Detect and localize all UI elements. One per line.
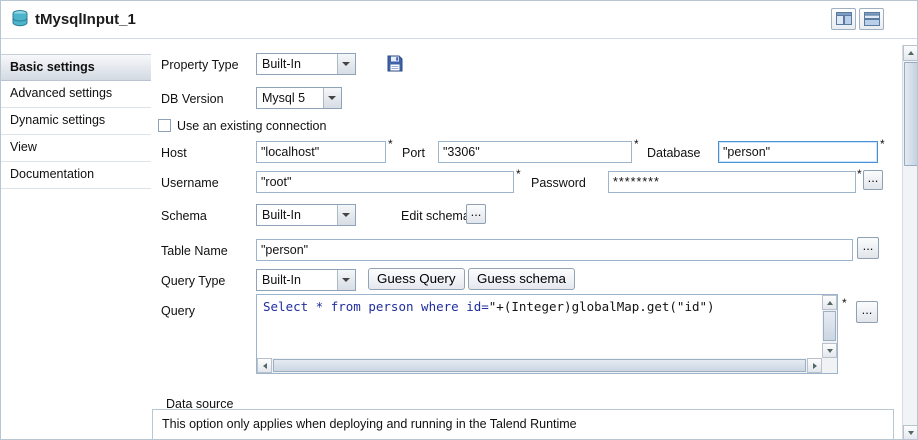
table-name-label: Table Name: [161, 240, 228, 262]
query-type-label: Query Type: [161, 270, 225, 292]
mysql-component-icon: [10, 9, 30, 29]
password-ellipsis-button[interactable]: ...: [863, 170, 883, 190]
scrollbar-corner: [822, 358, 837, 373]
table-name-input[interactable]: [256, 239, 853, 261]
sidebar-item-view[interactable]: View: [1, 135, 151, 162]
scroll-down-icon[interactable]: [822, 343, 837, 358]
db-version-select[interactable]: Mysql 5: [256, 87, 342, 109]
scroll-right-icon[interactable]: [807, 358, 822, 373]
scroll-up-icon[interactable]: [903, 45, 918, 61]
split-vertical-icon: [836, 12, 852, 26]
sidebar-item-advanced-settings[interactable]: Advanced settings: [1, 81, 151, 108]
required-marker: *: [880, 137, 885, 151]
chevron-down-icon[interactable]: [337, 270, 355, 290]
required-marker: *: [857, 167, 862, 181]
host-input[interactable]: [256, 141, 386, 163]
password-input[interactable]: [608, 171, 856, 193]
port-input[interactable]: [438, 141, 632, 163]
edit-schema-label: Edit schema: [401, 205, 470, 227]
chevron-down-icon[interactable]: [337, 205, 355, 225]
query-type-value: Built-In: [262, 270, 301, 290]
data-source-note: This option only applies when deploying …: [162, 413, 577, 435]
header-bar: tMysqlInput_1: [1, 1, 917, 39]
database-label: Database: [647, 142, 701, 164]
sidebar-item-label: Basic settings: [10, 60, 95, 74]
guess-schema-button[interactable]: Guess schema: [468, 268, 575, 290]
query-editor-open-button[interactable]: ...: [856, 301, 878, 323]
host-label: Host: [161, 142, 187, 164]
scroll-down-icon[interactable]: [903, 425, 918, 440]
page-vertical-scrollbar[interactable]: [902, 45, 918, 440]
database-input[interactable]: [718, 141, 878, 163]
save-icon[interactable]: [387, 55, 403, 73]
query-vscroll-thumb[interactable]: [823, 311, 836, 341]
sidebar-item-label: Dynamic settings: [10, 113, 105, 127]
chevron-down-icon[interactable]: [337, 54, 355, 74]
property-type-value: Built-In: [262, 54, 301, 74]
schema-value: Built-In: [262, 205, 301, 225]
property-type-select[interactable]: Built-In: [256, 53, 356, 75]
sidebar-item-label: View: [10, 140, 37, 154]
query-type-select[interactable]: Built-In: [256, 269, 356, 291]
sidebar-item-basic-settings[interactable]: Basic settings: [1, 54, 151, 81]
required-marker: *: [634, 137, 639, 151]
query-hscroll-thumb[interactable]: [273, 359, 806, 372]
port-label: Port: [402, 142, 425, 164]
scroll-up-icon[interactable]: [822, 295, 837, 310]
page-vscroll-thumb[interactable]: [904, 62, 918, 166]
ellipsis-icon: ...: [863, 238, 874, 253]
use-existing-connection-label[interactable]: Use an existing connection: [177, 115, 326, 137]
sidebar-item-label: Advanced settings: [10, 86, 112, 100]
guess-query-button[interactable]: Guess Query: [368, 268, 465, 290]
required-marker: *: [516, 167, 521, 181]
schema-label: Schema: [161, 205, 207, 227]
query-vertical-scrollbar[interactable]: [822, 295, 837, 358]
ellipsis-icon: ...: [868, 170, 879, 185]
query-label: Query: [161, 300, 195, 322]
sidebar-item-documentation[interactable]: Documentation: [1, 162, 151, 189]
layout-vertical-button[interactable]: [859, 8, 884, 30]
required-marker: *: [842, 296, 847, 310]
password-label: Password: [531, 172, 586, 194]
query-java-part: "+(Integer)globalMap.get("id"): [489, 299, 715, 314]
ellipsis-icon: ...: [862, 302, 873, 317]
query-sql-part: Select * from person where id=: [263, 299, 489, 314]
schema-select[interactable]: Built-In: [256, 204, 356, 226]
sidebar-item-label: Documentation: [10, 167, 94, 181]
layout-horizontal-button[interactable]: [831, 8, 856, 30]
table-name-browse-button[interactable]: ...: [857, 237, 879, 259]
username-label: Username: [161, 172, 219, 194]
split-horizontal-icon: [864, 12, 880, 26]
db-version-label: DB Version: [161, 88, 224, 110]
query-editor[interactable]: Select * from person where id="+(Integer…: [256, 294, 838, 374]
sidebar-item-dynamic-settings[interactable]: Dynamic settings: [1, 108, 151, 135]
edit-schema-button[interactable]: ...: [466, 204, 486, 224]
username-input[interactable]: [256, 171, 514, 193]
scroll-left-icon[interactable]: [257, 358, 272, 373]
query-text[interactable]: Select * from person where id="+(Integer…: [263, 299, 819, 314]
query-horizontal-scrollbar[interactable]: [257, 358, 822, 373]
ellipsis-icon: ...: [471, 204, 482, 219]
component-title: tMysqlInput_1: [35, 1, 136, 38]
property-type-label: Property Type: [161, 54, 239, 76]
chevron-down-icon[interactable]: [323, 88, 341, 108]
db-version-value: Mysql 5: [262, 88, 305, 108]
required-marker: *: [388, 137, 393, 151]
use-existing-connection-checkbox[interactable]: [158, 119, 171, 132]
component-settings-panel: tMysqlInput_1 Basic settings Advanced se…: [0, 0, 918, 440]
